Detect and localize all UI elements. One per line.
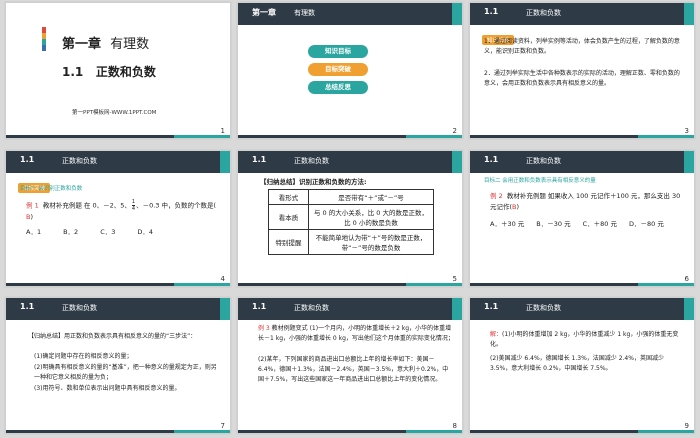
three-step-text: 【归纳总结】用正数和负数表示具有相反意义的量的“三步法”： xyxy=(28,333,197,340)
step-1: (1)确定问题中存在的相反意义的量； xyxy=(34,353,133,360)
slide-header: 1.1 正数和负数 xyxy=(238,151,462,173)
chapter-title: 第一章 有理数 xyxy=(62,37,150,52)
slide-header: 1.1 正数和负数 xyxy=(470,298,694,320)
example-3-part-2: (2)某年，下列国家的商品进出口总额比上年的增长率如下：美国－6.4%，德国＋1… xyxy=(258,356,449,383)
slide-header: 1.1 正数和负数 xyxy=(6,298,230,320)
summary-title: 【归纳总结】识别正数和负数的方法: xyxy=(260,178,367,186)
slide-number: 5 xyxy=(452,275,457,283)
slide-number: 6 xyxy=(684,275,689,283)
section-title: 1.1 正数和负数 xyxy=(62,65,156,79)
target-label: 目标二 会用正数和负数表示具有相反意义的量 xyxy=(484,178,596,184)
slide-number: 2 xyxy=(452,127,457,135)
slide-number: 1 xyxy=(220,127,225,135)
slide-thumbnail-7[interactable]: 1.1 正数和负数 【归纳总结】用正数和负数表示具有相反意义的量的“三步法”： … xyxy=(5,297,231,434)
summary-reflection-button[interactable]: 总结反思 xyxy=(308,81,368,94)
slide-number: 4 xyxy=(220,275,225,283)
example-text: 例 2 教材补充例题 如果收入 100 元记作＋100 元，那么支出 30 元记… xyxy=(490,192,681,211)
color-bar-icon xyxy=(42,27,46,51)
solution-part-2: (2)美国减少 6.4%，德国增长 1.3%，法国减少 2.4%，英国减少 3.… xyxy=(490,355,664,372)
goal-item-2: 2．通过列举实际生活中各种数表示的实际的活动，理解正数、零和负数的意义，会用正数… xyxy=(484,70,680,87)
slide-number: 3 xyxy=(684,127,689,135)
slide-sorter-grid: 第一章 有理数 1.1 正数和负数 第一PPT模板网-WWW.1PPT.COM … xyxy=(0,0,700,438)
slide-number: 8 xyxy=(452,422,457,430)
step-2: (2)明确具有相反意义的量的“基准”，把一种意义的量规定为正，则另一种和它意义相… xyxy=(34,364,217,381)
slide-thumbnail-6[interactable]: 1.1 正数和负数 目标二 会用正数和负数表示具有相反意义的量 例 2 教材补充… xyxy=(469,150,695,287)
answer-options: A．1 B．2 C．3 D．4 xyxy=(26,228,154,236)
step-3: (3)用符号、数和单位表示出问题中具有相反意义的量。 xyxy=(34,385,181,392)
slide-thumbnail-8[interactable]: 1.1 正数和负数 例 3 教材例题变式 (1)一个月内，小明的体重增长＋2 k… xyxy=(237,297,463,434)
slide-thumbnail-9[interactable]: 1.1 正数和负数 解：(1)小明的体重增加 2 kg，小华的体重减少 1 kg… xyxy=(469,297,695,434)
target-label: 目标一 会识别正数和负数 xyxy=(20,186,83,192)
goal-item-1: 1．通过阅读资料，列举实例等活动，体会负数产生的过程，了解负数的意义，能识别正数… xyxy=(484,38,680,55)
example-3-text: 例 3 教材例题变式 (1)一个月内，小明的体重增长＋2 kg，小华的体重增长－… xyxy=(258,325,454,342)
slide-thumbnail-1[interactable]: 第一章 有理数 1.1 正数和负数 第一PPT模板网-WWW.1PPT.COM … xyxy=(5,2,231,139)
knowledge-goal-button[interactable]: 知识目标 xyxy=(308,45,368,58)
slide-footer-text: 第一PPT模板网-WWW.1PPT.COM xyxy=(72,110,157,116)
slide-thumbnail-2[interactable]: 第一章 有理数 知识目标 目标突破 总结反思 2 xyxy=(237,2,463,139)
solution-part-1: 解：(1)小明的体重增加 2 kg，小华的体重减少 1 kg，小强的体重无变化。 xyxy=(490,331,679,348)
slide-header: 1.1 正数和负数 xyxy=(238,298,462,320)
slide-thumbnail-3[interactable]: 1.1 正数和负数 知识目标 1．通过阅读资料，列举实例等活动，体会负数产生的过… xyxy=(469,2,695,139)
slide-header: 1.1 正数和负数 xyxy=(6,151,230,173)
slide-header: 第一章 有理数 xyxy=(238,3,462,25)
slide-thumbnail-4[interactable]: 1.1 正数和负数 目标突破 目标一 会识别正数和负数 例 1 教材补充例题 在… xyxy=(5,150,231,287)
slide-header: 1.1 正数和负数 xyxy=(470,3,694,25)
goal-breakthrough-button[interactable]: 目标突破 xyxy=(308,63,368,76)
example-text: 例 1 教材补充例题 在 0、－2、5、 1 4 、－0.3 中，负数的个数是( B) xyxy=(26,199,217,221)
slide-number: 9 xyxy=(684,422,689,430)
slide-header: 1.1 正数和负数 xyxy=(470,151,694,173)
method-table: 看形式 是否带有“＋”或“－”号 看本质与 0 的大小关系，比 0 大的数是正数，… xyxy=(268,189,434,255)
slide-thumbnail-5[interactable]: 1.1 正数和负数 【归纳总结】识别正数和负数的方法: 看形式 是否带有“＋”或“… xyxy=(237,150,463,287)
answer-options: A．＋30 元 B．－30 元 C．＋80 元 D．－80 元 xyxy=(490,220,664,228)
slide-number: 7 xyxy=(220,422,225,430)
